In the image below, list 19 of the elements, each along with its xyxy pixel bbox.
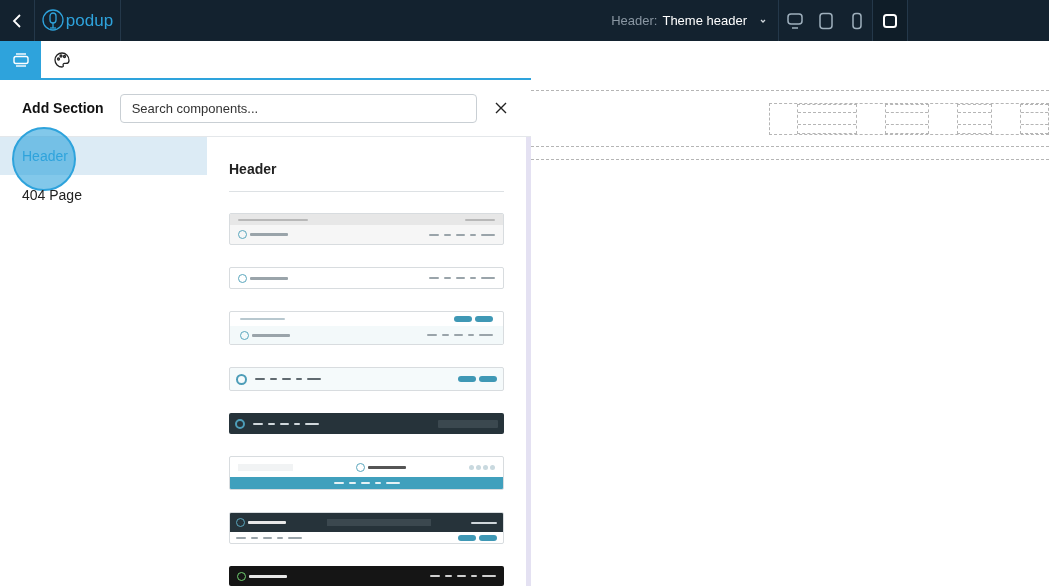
layers-icon: [11, 50, 30, 69]
square-icon: [881, 11, 899, 30]
scrollbar[interactable]: [526, 137, 531, 586]
search-field[interactable]: Search components...: [119, 93, 478, 123]
microphone-logo-icon: [41, 8, 64, 33]
tablet-icon: [816, 11, 835, 30]
device-preview-button[interactable]: [872, 0, 907, 41]
close-icon: [495, 102, 508, 114]
category-item[interactable]: 404 Page: [0, 176, 207, 214]
back-icon: [11, 13, 23, 28]
group-title: Header: [229, 159, 504, 192]
palette-icon: [52, 50, 71, 69]
close-button[interactable]: [493, 100, 509, 116]
header-dropdown[interactable]: Header: Theme header: [601, 0, 779, 41]
desktop-icon: [785, 11, 804, 30]
header-template-preview[interactable]: [229, 512, 504, 544]
panel-title: Add Section: [22, 98, 104, 118]
logo-text: podup: [65, 12, 114, 29]
header-template-preview[interactable]: [229, 566, 504, 586]
